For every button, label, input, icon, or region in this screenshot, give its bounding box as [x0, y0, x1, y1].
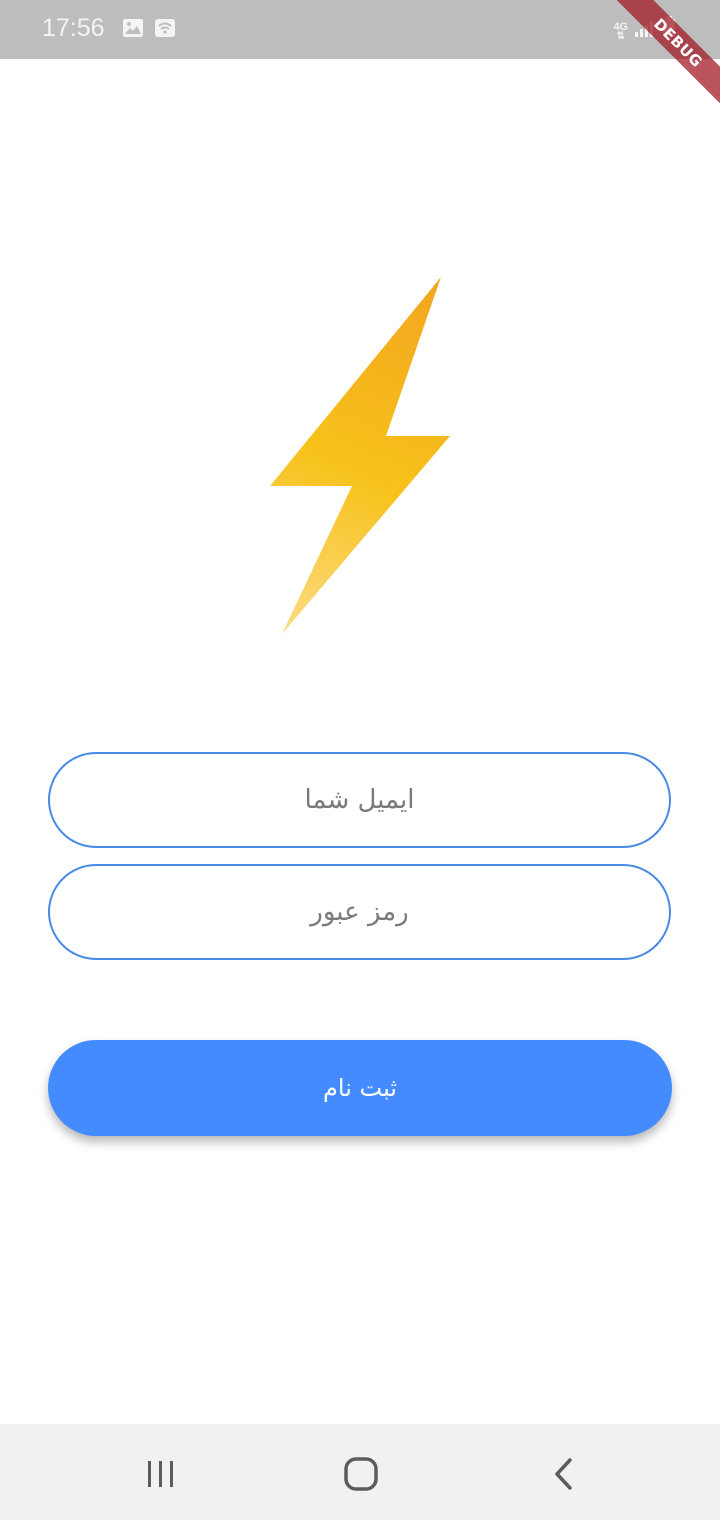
navigation-bar [0, 1424, 720, 1520]
back-button[interactable] [534, 1452, 594, 1496]
back-icon [555, 1458, 572, 1490]
recent-apps-icon [148, 1461, 173, 1487]
home-button[interactable] [331, 1452, 391, 1496]
register-button-label: ثبت نام [323, 1074, 397, 1102]
email-input[interactable] [50, 754, 669, 846]
recent-apps-button[interactable] [131, 1452, 191, 1496]
email-field[interactable] [48, 752, 671, 848]
wifi-status-icon [154, 18, 176, 42]
password-input[interactable] [50, 866, 669, 958]
status-time: 17:56 [42, 14, 105, 42]
home-icon [344, 1457, 378, 1491]
image-icon [122, 18, 144, 42]
screen: 17:56 4G ⇅ DEBUG ایمیل شما ثبت نام [0, 0, 720, 1520]
network-type: 4G ⇅ [613, 21, 628, 42]
lightning-bolt-icon [270, 277, 450, 634]
register-button[interactable]: ثبت نام [48, 1040, 672, 1136]
password-field[interactable] [48, 864, 671, 960]
status-bar: 17:56 4G ⇅ [0, 0, 720, 59]
